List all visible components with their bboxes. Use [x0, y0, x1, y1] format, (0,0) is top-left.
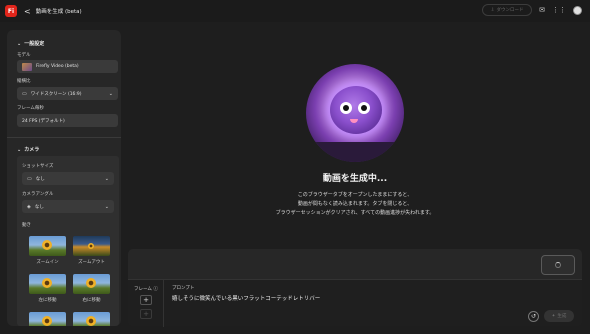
fps-select[interactable]: 24 FPS (デフォルト)	[17, 114, 118, 127]
back-icon[interactable]: <	[24, 7, 31, 16]
download-button[interactable]: ⇩ ダウンロード	[482, 4, 533, 16]
motion-label: 動き	[22, 223, 31, 228]
chevron-down-icon: ⌄	[17, 41, 22, 47]
camera-settings: ショットサイズ ▭ なし ⌄ カメラアングル ◈ なし ⌄ 動き ズームイン ズ…	[17, 156, 119, 326]
loading-illustration	[306, 64, 404, 162]
divider	[7, 137, 121, 138]
chevron-down-icon: ⌄	[104, 175, 109, 182]
motion-zoom-in[interactable]	[29, 236, 66, 256]
camera-angle-value: なし	[34, 204, 44, 210]
model-select[interactable]: Firefly Video (beta)	[17, 60, 118, 73]
status-line: ブラウザーセッションがクリアされ、すべての動画進捗が失われます。	[275, 210, 435, 216]
download-icon: ⇩	[490, 7, 495, 13]
camera-angle-select[interactable]: ◈ なし ⌄	[22, 200, 114, 213]
general-settings-header[interactable]: ⌄ 一般設定	[17, 40, 44, 47]
chevron-down-icon: ⌄	[17, 147, 22, 153]
motion-label-pan-right: 右に移動	[82, 298, 101, 303]
general-settings-title: 一般設定	[24, 41, 45, 47]
motion-label-zoom-out: ズームアウト	[78, 260, 105, 265]
settings-sidebar: ⌄ 一般設定 モデル Firefly Video (beta) 縦横比 ▭ ワイド…	[7, 30, 121, 326]
info-icon[interactable]: ⓘ	[153, 287, 158, 292]
generating-heading: 動画を生成中...	[322, 174, 388, 184]
add-image-icon: +	[143, 296, 149, 304]
shot-size-label: ショットサイズ	[22, 164, 54, 169]
model-value: Firefly Video (beta)	[36, 64, 79, 69]
camera-header[interactable]: ⌄ カメラ	[17, 146, 39, 153]
motion-option[interactable]	[29, 312, 66, 326]
angle-icon: ◈	[27, 203, 31, 210]
generation-preview	[541, 255, 575, 275]
status-line: 動画が間もなく読み込まれます。タブを閉じると、	[297, 201, 413, 207]
camera-angle-label: カメラアングル	[22, 192, 54, 197]
shot-size-select[interactable]: ▭ なし ⌄	[22, 172, 114, 185]
prompt-input[interactable]: 嬉しそうに微笑んでいる黒いフラットコーテッドレトリバー	[172, 294, 320, 302]
model-thumbnail	[22, 62, 32, 71]
chevron-down-icon: ⌄	[108, 90, 113, 97]
model-label: モデル	[17, 53, 31, 58]
prompt-label: プロンプト	[172, 286, 195, 291]
camera-icon: ▭	[27, 175, 32, 182]
comment-icon[interactable]: ✉	[539, 6, 545, 14]
app-logo: Fi	[5, 5, 17, 17]
aspect-ratio-select[interactable]: ▭ ワイドスクリーン (16:9) ⌄	[17, 87, 118, 100]
shot-size-value: なし	[35, 176, 45, 182]
prompt-bar: フレーム ⓘ + + プロンプト 嬉しそうに微笑んでいる黒いフラットコーテッドレ…	[128, 279, 582, 327]
motion-option[interactable]	[73, 312, 110, 326]
generation-status: 動画を生成中... このブラウザータブをオープンしたままにすると、 動画が間もな…	[128, 30, 582, 246]
generate-button[interactable]: ✦ 生成	[544, 310, 574, 322]
history-icon[interactable]: ↺	[528, 311, 539, 322]
page-title: 動画を生成 (beta)	[35, 9, 82, 15]
camera-title: カメラ	[24, 147, 40, 153]
frame-label: フレーム ⓘ	[134, 286, 158, 292]
add-image-icon: +	[143, 310, 149, 318]
loading-spinner-icon	[555, 262, 561, 268]
status-line: このブラウザータブをオープンしたままにすると、	[297, 192, 413, 198]
motion-pan-left[interactable]	[29, 274, 66, 294]
motion-label-pan-left: 左に移動	[38, 298, 57, 303]
motion-pan-right[interactable]	[73, 274, 110, 294]
aspect-label: 縦横比	[17, 79, 31, 84]
sparkle-icon: ✦	[551, 313, 556, 319]
prompt-panel: フレーム ⓘ + + プロンプト 嬉しそうに微笑んでいる黒いフラットコーテッドレ…	[128, 249, 582, 327]
fps-value: 24 FPS (デフォルト)	[22, 118, 65, 124]
chevron-down-icon: ⌄	[104, 203, 109, 210]
add-frame-button[interactable]: +	[140, 295, 152, 305]
fps-label: フレーム毎秒	[17, 106, 44, 111]
motion-zoom-out[interactable]	[73, 236, 110, 256]
avatar[interactable]	[573, 5, 582, 15]
top-bar: Fi < 動画を生成 (beta) ⇩ ダウンロード ✉ ⋮⋮	[0, 0, 590, 22]
frame-column: フレーム ⓘ + +	[128, 280, 164, 327]
aspect-ratio-icon: ▭	[22, 90, 27, 97]
frame-label-text: フレーム	[134, 287, 152, 292]
motion-label-zoom-in: ズームイン	[36, 260, 59, 265]
apps-grid-icon[interactable]: ⋮⋮	[552, 6, 566, 14]
add-end-frame-button[interactable]: +	[140, 309, 152, 319]
download-label: ダウンロード	[496, 8, 524, 13]
aspect-value: ワイドスクリーン (16:9)	[30, 91, 82, 97]
generate-label: 生成	[557, 314, 567, 319]
